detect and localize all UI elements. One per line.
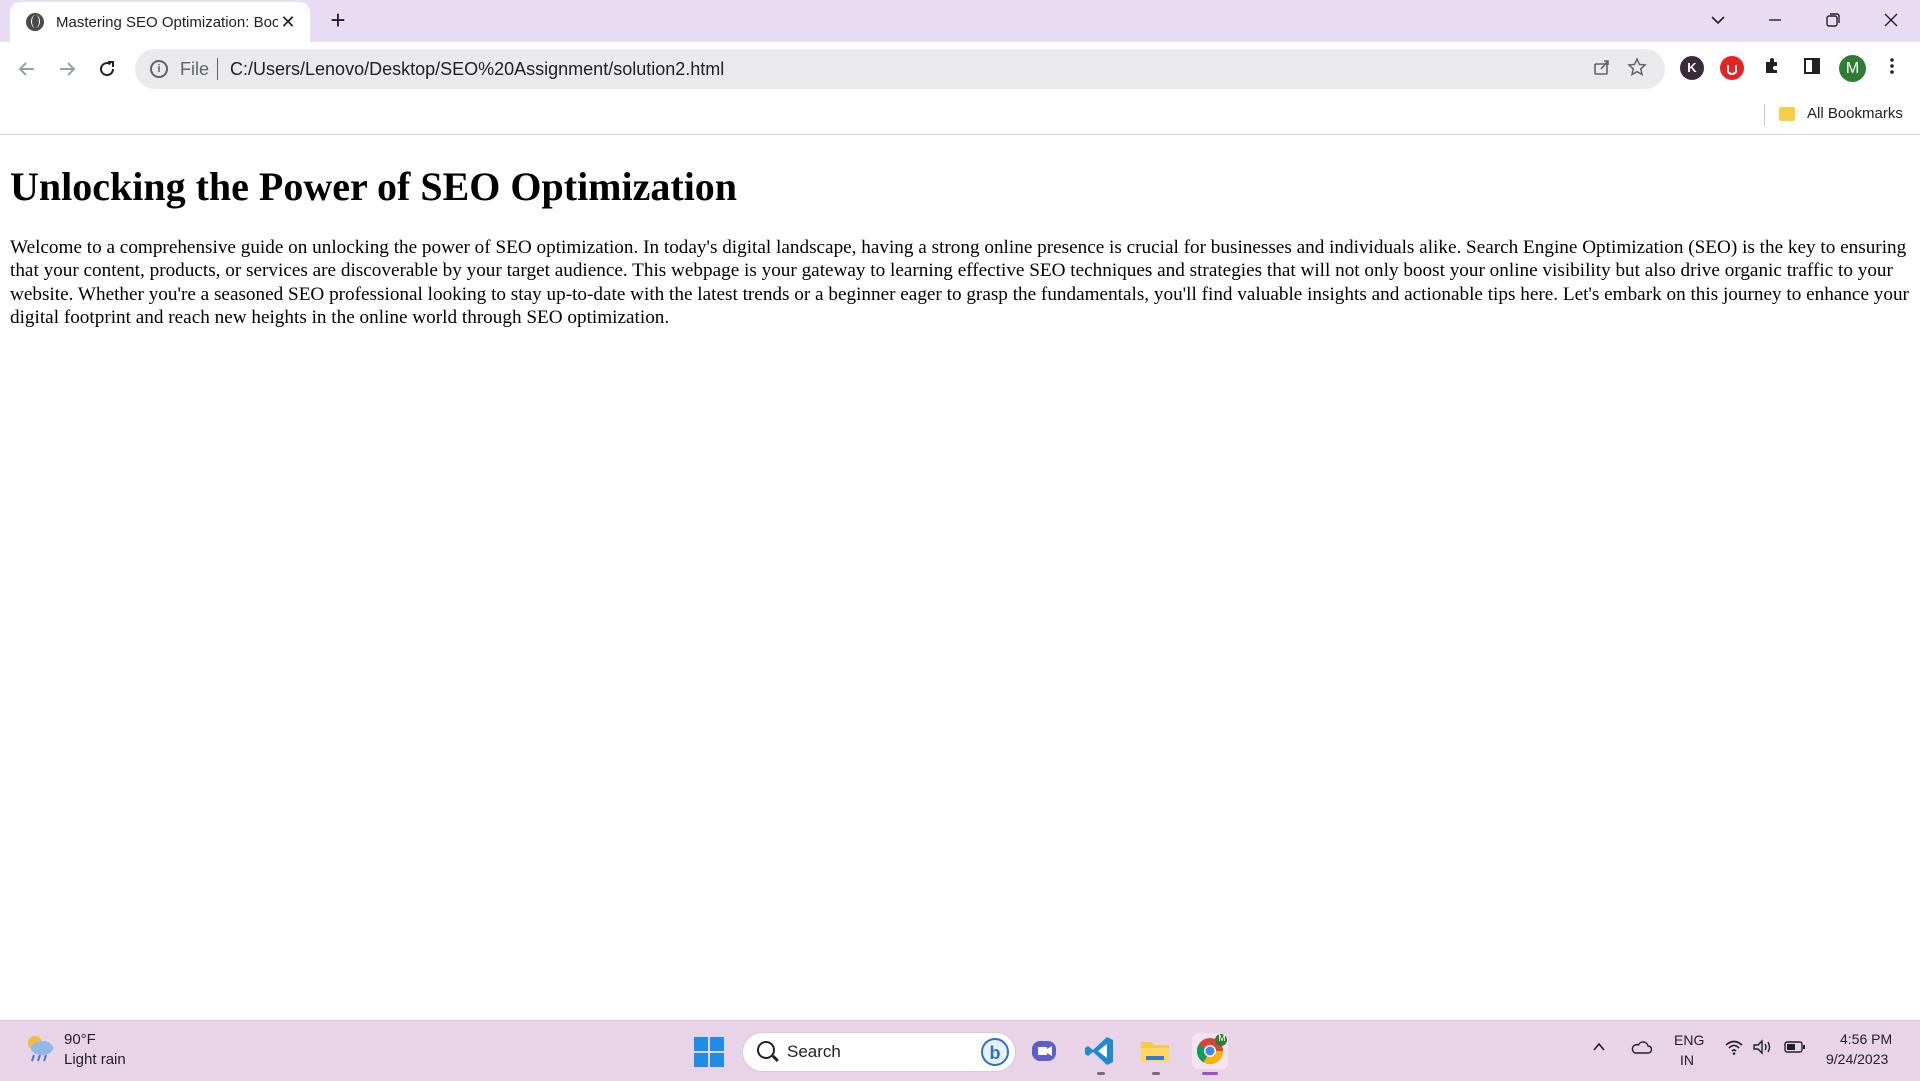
profile-avatar[interactable]: M — [1839, 55, 1866, 82]
show-hidden-icons-chevron-icon[interactable] — [1591, 1039, 1607, 1060]
tab-strip: Mastering SEO Optimization: Boo ✕ + — [0, 0, 1920, 42]
wifi-icon[interactable] — [1724, 1039, 1744, 1060]
url-scheme-label: File — [180, 58, 210, 79]
reload-button[interactable] — [92, 54, 122, 84]
start-button[interactable] — [694, 1037, 724, 1067]
new-tab-button[interactable]: + — [324, 6, 352, 34]
site-info-icon[interactable]: i — [150, 60, 168, 78]
back-button[interactable] — [12, 54, 42, 84]
extension-k-icon[interactable]: K — [1680, 56, 1704, 80]
input-language-primary[interactable]: ENG — [1674, 1032, 1704, 1048]
search-icon — [757, 1041, 775, 1059]
restore-button[interactable] — [1810, 0, 1856, 40]
back-arrow-icon — [18, 62, 34, 76]
battery-icon[interactable] — [1783, 1039, 1807, 1060]
browser-toolbar: i File C:/Users/Lenovo/Desktop/SEO%20Ass… — [0, 42, 1920, 96]
chrome-profile-badge: M — [1218, 1033, 1226, 1043]
folder-icon — [1779, 107, 1795, 121]
forward-arrow-icon — [60, 62, 76, 76]
windows-logo-quadrant — [694, 1037, 708, 1051]
weather-rain-icon[interactable] — [22, 1033, 56, 1063]
omnibox-separator — [217, 58, 219, 80]
taskbar: 90°F Light rain Search b M ENG IN 4:56 P… — [0, 1020, 1920, 1081]
chrome-icon[interactable]: M — [1192, 1033, 1228, 1069]
search-placeholder: Search — [787, 1042, 841, 1061]
extensions-puzzle-icon[interactable] — [1760, 56, 1784, 80]
bookmarks-separator — [1764, 104, 1765, 126]
vscode-icon[interactable] — [1082, 1033, 1118, 1069]
chrome-active-indicator — [1202, 1072, 1218, 1075]
reload-icon — [100, 61, 115, 77]
windows-logo-quadrant — [710, 1037, 724, 1051]
tab-title: Mastering SEO Optimization: Boo — [56, 13, 278, 31]
onedrive-cloud-icon[interactable] — [1630, 1039, 1653, 1060]
volume-icon[interactable] — [1752, 1039, 1774, 1060]
taskbar-search-box[interactable]: Search b — [742, 1032, 1016, 1072]
forward-button[interactable] — [52, 54, 82, 84]
windows-logo-quadrant — [694, 1053, 708, 1067]
intro-paragraph: Welcome to a comprehensive guide on unlo… — [10, 237, 1909, 328]
vscode-running-indicator — [1097, 1072, 1105, 1075]
file-explorer-icon[interactable] — [1137, 1033, 1173, 1069]
page-heading: Unlocking the Power of SEO Optimization — [10, 164, 738, 209]
share-icon[interactable] — [1590, 57, 1614, 81]
windows-logo-quadrant — [710, 1053, 724, 1067]
close-tab-icon[interactable]: ✕ — [278, 12, 298, 32]
browser-tab[interactable]: Mastering SEO Optimization: Boo ✕ — [10, 2, 310, 42]
side-panel-icon[interactable] — [1800, 56, 1824, 80]
bing-icon[interactable]: b — [981, 1038, 1009, 1066]
teams-chat-icon[interactable] — [1027, 1033, 1063, 1069]
bookmark-star-icon[interactable] — [1625, 57, 1649, 81]
tab-search-chevron-icon[interactable] — [1695, 0, 1741, 40]
close-window-button[interactable] — [1868, 0, 1914, 40]
all-bookmarks-button[interactable]: All Bookmarks — [1807, 105, 1903, 122]
url-text[interactable]: C:/Users/Lenovo/Desktop/SEO%20Assignment… — [230, 59, 724, 80]
weather-condition[interactable]: Light rain — [64, 1051, 126, 1068]
explorer-running-indicator — [1152, 1072, 1160, 1075]
input-language-region[interactable]: IN — [1680, 1052, 1694, 1068]
kebab-menu-icon[interactable] — [1880, 56, 1904, 80]
globe-icon — [26, 13, 44, 31]
web-page-content: Unlocking the Power of SEO Optimization … — [0, 135, 1920, 1020]
clock-date[interactable]: 9/24/2023 — [1826, 1051, 1888, 1067]
adblock-extension-icon[interactable] — [1720, 56, 1744, 80]
address-bar[interactable]: i File C:/Users/Lenovo/Desktop/SEO%20Ass… — [135, 49, 1665, 89]
minimize-button[interactable] — [1752, 0, 1798, 40]
weather-temperature[interactable]: 90°F — [64, 1031, 96, 1048]
bookmarks-bar: All Bookmarks — [0, 96, 1920, 135]
clock-time[interactable]: 4:56 PM — [1840, 1031, 1892, 1047]
